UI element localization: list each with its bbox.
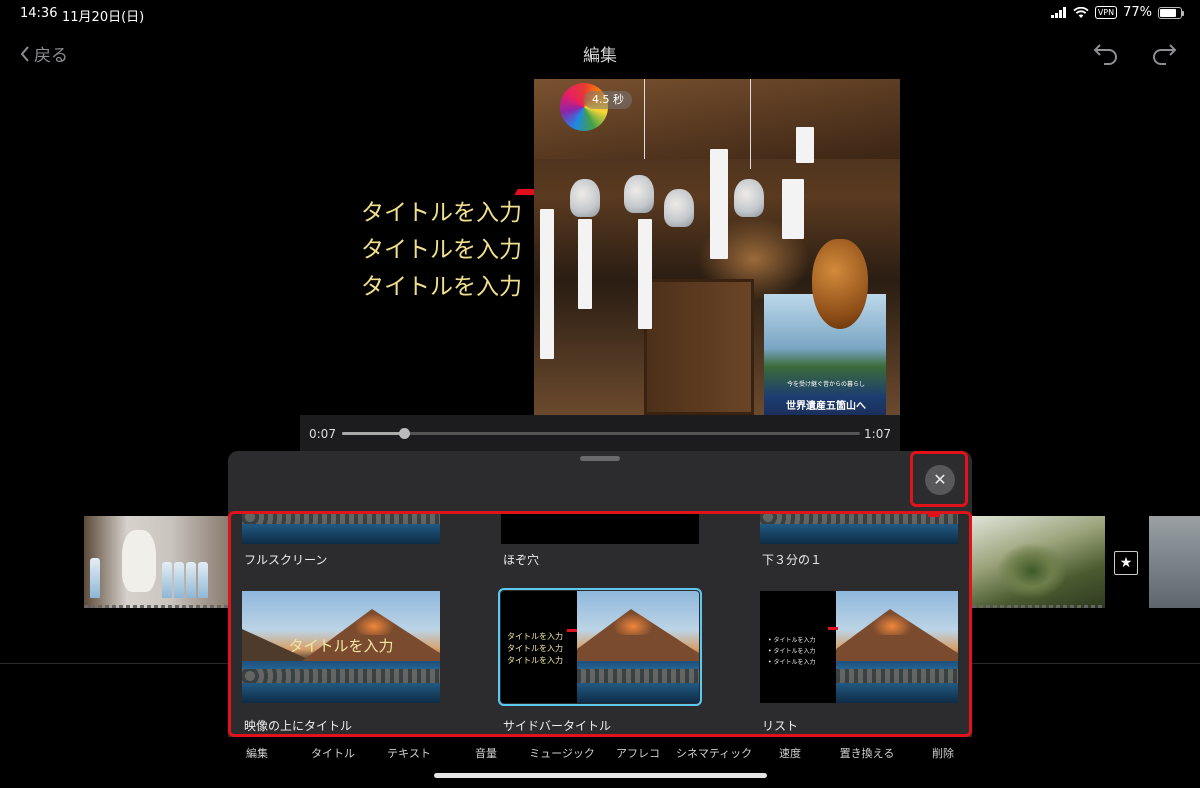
title-style-label: 映像の上にタイトル [244, 719, 353, 733]
toolbar-delete[interactable]: 削除 [932, 745, 954, 761]
page-title: 編集 [583, 46, 617, 66]
title-style-thumbnail: タイトルを入力 タイトルを入力 タイトルを入力 [498, 588, 702, 706]
close-icon: ✕ [933, 470, 947, 489]
title-style-thumbnail: タイトルを入力 [242, 591, 440, 703]
wifi-icon [1073, 6, 1089, 18]
scrubber-handle[interactable] [399, 428, 411, 439]
photo-string [750, 79, 751, 169]
video-preview[interactable]: 今を受け継ぐ昔からの暮らし 世界遺産五箇山へ [534, 79, 900, 415]
title-style-label: リスト [762, 719, 799, 733]
viewer-title-line: タイトルを入力 [361, 237, 522, 263]
toolbar-cinematic[interactable]: シネマティック [676, 745, 752, 761]
preview-line: • タイトルを入力 [768, 659, 816, 666]
vpn-badge: VPN [1094, 6, 1118, 19]
scrubber-track[interactable] [342, 428, 860, 439]
list-panel: • タイトルを入力 • タイトルを入力 • タイトルを入力 [760, 591, 838, 703]
playback-scrubber[interactable]: 0:07 1:07 [300, 415, 900, 451]
toolbar-music[interactable]: ミュージック [529, 745, 595, 761]
wind-chime [734, 179, 764, 217]
clip-object [122, 530, 156, 592]
timeline-clip[interactable] [972, 516, 1105, 608]
viewer-title-line: タイトルを入力 [361, 274, 522, 300]
toolbar-volume[interactable]: 音量 [475, 745, 497, 761]
back-button[interactable]: 戻る [20, 41, 68, 66]
battery-percent: 77% [1123, 5, 1152, 20]
close-button-highlight: ✕ [910, 451, 968, 507]
timeline-clip[interactable] [1149, 516, 1200, 608]
preview-line: タイトルを入力 [507, 656, 563, 665]
chime-strip [782, 179, 804, 239]
favorite-button[interactable]: ★ [1114, 551, 1138, 575]
clip-object [186, 562, 196, 598]
clip-duration-badge: 4.5 秒 [584, 91, 632, 109]
timeline-clip[interactable] [84, 516, 228, 608]
chime-strip [638, 219, 652, 329]
poster-caption: 今を受け継ぐ昔からの暮らし [786, 381, 865, 388]
clip-border [84, 605, 228, 608]
signal-icon [1050, 7, 1066, 18]
title-style-grid[interactable]: フルスクリーン ほぞ穴 下３分の１ タイトルを入力 映像の上にタイトル タイトル… [228, 511, 972, 737]
chime-strip [710, 149, 728, 259]
photo-gourd [812, 239, 868, 329]
chime-strip [540, 209, 554, 359]
chevron-left-icon [20, 45, 29, 62]
star-icon: ★ [1119, 555, 1133, 571]
clip-border [972, 605, 1105, 608]
preview-line: タイトルを入力 [507, 644, 563, 653]
title-style-label: サイドバータイトル [503, 719, 612, 733]
back-label: 戻る [34, 46, 68, 66]
photo-door [644, 279, 754, 415]
undo-button[interactable] [1092, 40, 1120, 66]
preview-line: • タイトルを入力 [768, 637, 816, 644]
toolbar-speed[interactable]: 速度 [779, 745, 801, 761]
redo-button[interactable] [1150, 40, 1178, 66]
title-style-label: フルスクリーン [244, 553, 328, 567]
viewer-title-line: タイトルを入力 [361, 200, 522, 226]
toolbar-edit[interactable]: 編集 [246, 745, 268, 761]
close-button[interactable]: ✕ [925, 465, 955, 495]
redo-icon [1153, 44, 1177, 65]
title-style-thumbnail [501, 514, 699, 544]
scrubber-progress [342, 432, 405, 435]
clip-object [174, 562, 184, 598]
sheet-grabber[interactable] [580, 456, 620, 461]
clip-object [162, 562, 172, 598]
photo-string [644, 79, 645, 159]
sidebar-panel: タイトルを入力 タイトルを入力 タイトルを入力 [501, 591, 577, 703]
toolbar-voiceover[interactable]: アフレコ [616, 745, 660, 761]
poster-title: 世界遺産五箇山へ [786, 401, 866, 412]
title-style-label: 下３分の１ [762, 553, 823, 567]
chime-strip [578, 219, 592, 309]
toolbar-replace[interactable]: 置き換える [840, 745, 895, 761]
status-bar: 14:36 11月20日(日) VPN 77% [0, 0, 1200, 26]
preview-line: • タイトルを入力 [768, 648, 816, 655]
total-time: 1:07 [864, 427, 891, 441]
status-date: 11月20日(日) [62, 10, 145, 25]
toolbar-text[interactable]: テキスト [387, 745, 431, 761]
wind-chime [570, 179, 600, 217]
title-style-thumbnail [760, 514, 958, 544]
current-time: 0:07 [309, 427, 336, 441]
preview-line: タイトルを入力 [507, 632, 563, 641]
wind-chime [624, 175, 654, 213]
toolbar-title[interactable]: タイトル [311, 745, 355, 761]
viewer-title-overlay[interactable]: タイトルを入力 タイトルを入力 タイトルを入力 [300, 195, 522, 306]
wind-chime [664, 189, 694, 227]
title-style-thumbnail [242, 514, 440, 544]
chime-strip [796, 127, 814, 163]
title-style-thumbnail: • タイトルを入力 • タイトルを入力 • タイトルを入力 [760, 591, 958, 703]
undo-icon [1093, 44, 1117, 65]
preview-title-text: タイトルを入力 [288, 637, 394, 655]
title-style-label: ほぞ穴 [503, 553, 540, 567]
edit-toolbar: 編集 タイトル テキスト 音量 ミュージック アフレコ シネマティック 速度 置… [0, 745, 1200, 763]
clip-object [90, 558, 100, 598]
home-indicator[interactable] [434, 773, 767, 778]
status-right: VPN 77% [1050, 5, 1184, 20]
title-styles-sheet[interactable]: ✕ フルスクリーン ほぞ穴 下３分の１ タイトルを入力 映像の上にタイトル タイ… [228, 451, 972, 737]
battery-icon [1158, 6, 1184, 19]
status-time: 14:36 [20, 6, 58, 21]
clip-object [198, 562, 208, 598]
